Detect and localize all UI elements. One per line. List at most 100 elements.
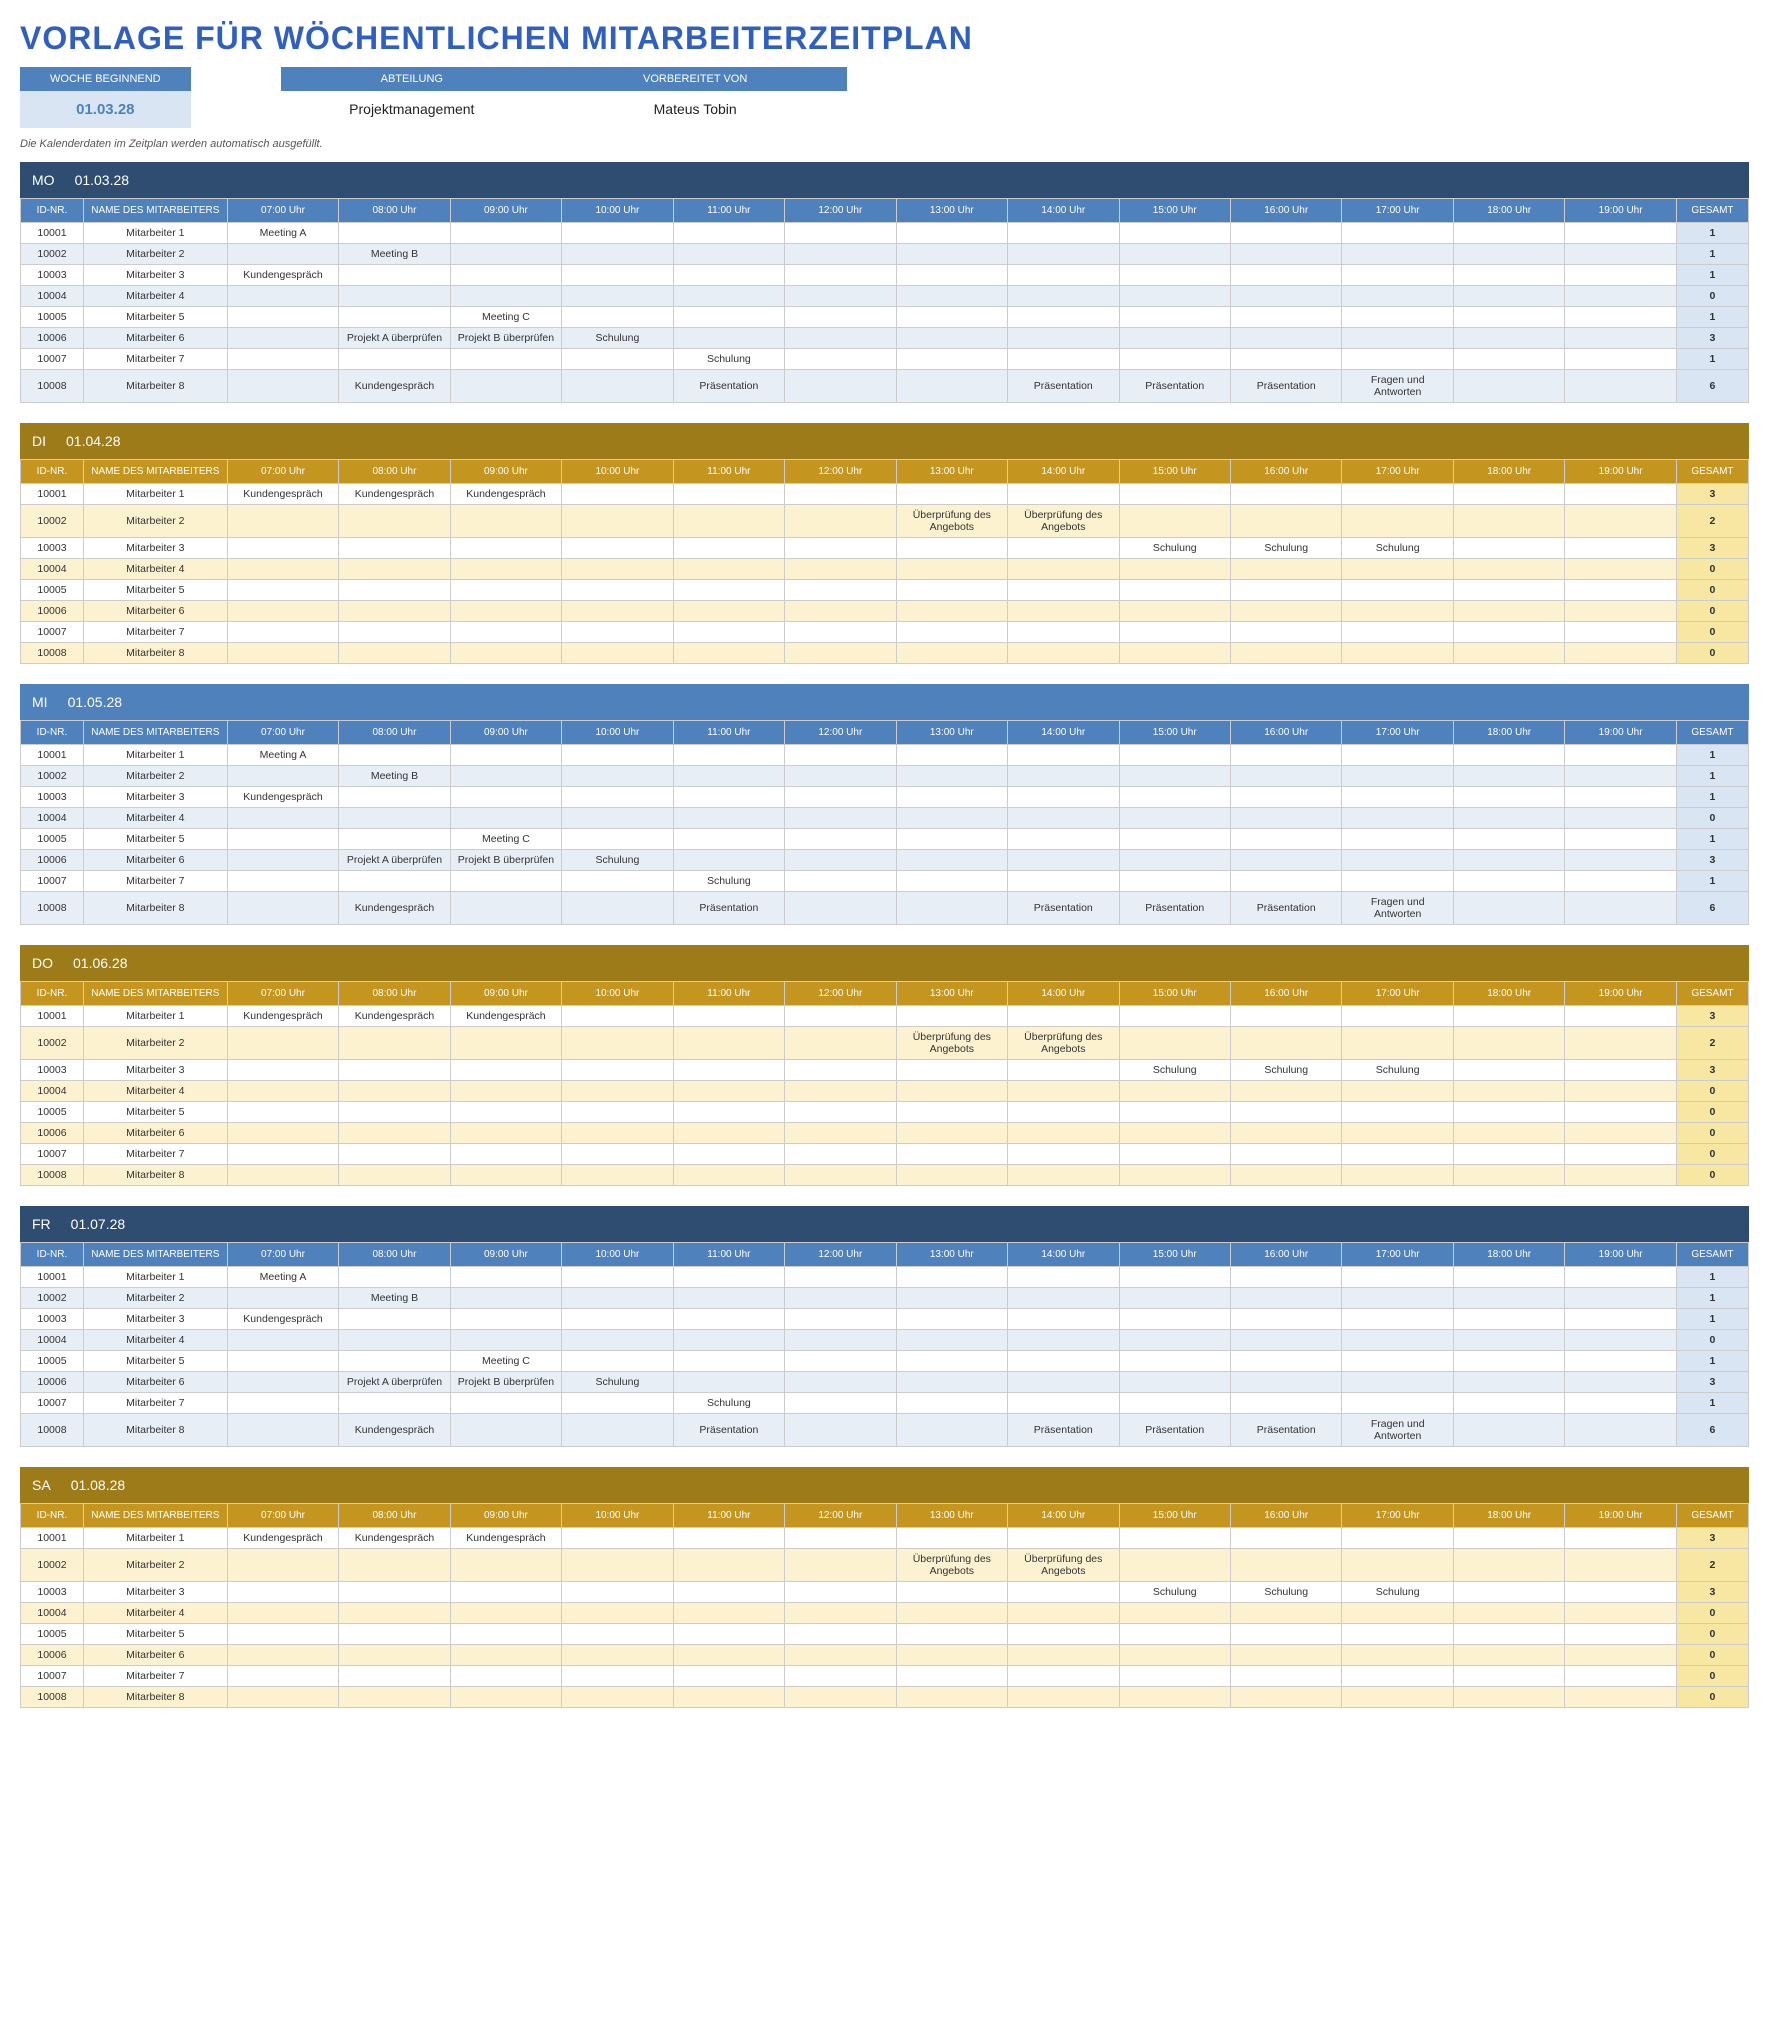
cell-hour-7: Überprüfung des Angebots <box>1008 505 1119 538</box>
cell-hour-11 <box>1453 1645 1564 1666</box>
cell-id: 10004 <box>21 808 84 829</box>
cell-total: 1 <box>1676 349 1748 370</box>
cell-hour-5 <box>785 1687 896 1708</box>
cell-hour-11 <box>1453 1144 1564 1165</box>
col-hour-0: 07:00 Uhr <box>227 199 338 223</box>
cell-total: 1 <box>1676 307 1748 328</box>
cell-hour-5 <box>785 1414 896 1447</box>
table-row: 10002Mitarbeiter 2Überprüfung des Angebo… <box>21 1027 1749 1060</box>
cell-hour-0: Kundengespräch <box>227 1006 338 1027</box>
cell-name: Mitarbeiter 8 <box>83 892 227 925</box>
cell-hour-10: Fragen und Antworten <box>1342 1414 1453 1447</box>
cell-hour-10 <box>1342 1645 1453 1666</box>
cell-id: 10007 <box>21 1393 84 1414</box>
cell-hour-10 <box>1342 559 1453 580</box>
cell-hour-11 <box>1453 871 1564 892</box>
cell-hour-7 <box>1008 745 1119 766</box>
cell-hour-7 <box>1008 1603 1119 1624</box>
cell-hour-5 <box>785 601 896 622</box>
cell-total: 6 <box>1676 892 1748 925</box>
cell-hour-9 <box>1230 1528 1341 1549</box>
cell-hour-0: Meeting A <box>227 745 338 766</box>
cell-hour-8: Präsentation <box>1119 370 1230 403</box>
cell-hour-12 <box>1565 1414 1676 1447</box>
cell-hour-2 <box>450 1330 561 1351</box>
cell-hour-12 <box>1565 1666 1676 1687</box>
cell-hour-4 <box>673 1309 784 1330</box>
cell-hour-4 <box>673 1027 784 1060</box>
cell-hour-7: Präsentation <box>1008 892 1119 925</box>
cell-hour-2 <box>450 265 561 286</box>
table-row: 10001Mitarbeiter 1KundengesprächKundenge… <box>21 1528 1749 1549</box>
cell-hour-1 <box>339 601 450 622</box>
cell-hour-9 <box>1230 1603 1341 1624</box>
cell-hour-11 <box>1453 349 1564 370</box>
cell-hour-3 <box>562 601 673 622</box>
cell-hour-10 <box>1342 1102 1453 1123</box>
col-hour-2: 09:00 Uhr <box>450 199 561 223</box>
cell-hour-1 <box>339 622 450 643</box>
cell-name: Mitarbeiter 5 <box>83 1624 227 1645</box>
col-total: GESAMT <box>1676 460 1748 484</box>
col-hour-7: 14:00 Uhr <box>1008 982 1119 1006</box>
cell-hour-1 <box>339 787 450 808</box>
col-hour-11: 18:00 Uhr <box>1453 982 1564 1006</box>
cell-hour-2 <box>450 370 561 403</box>
cell-hour-8: Schulung <box>1119 1582 1230 1603</box>
cell-hour-9 <box>1230 829 1341 850</box>
cell-hour-5 <box>785 1027 896 1060</box>
col-hour-2: 09:00 Uhr <box>450 721 561 745</box>
cell-hour-9 <box>1230 328 1341 349</box>
cell-hour-1 <box>339 538 450 559</box>
cell-hour-6 <box>896 265 1007 286</box>
department-label: ABTEILUNG <box>281 67 543 91</box>
cell-hour-2 <box>450 643 561 664</box>
cell-hour-1 <box>339 1666 450 1687</box>
day-title: DI01.04.28 <box>20 423 1749 459</box>
cell-hour-6 <box>896 1123 1007 1144</box>
cell-hour-6 <box>896 745 1007 766</box>
cell-total: 2 <box>1676 1549 1748 1582</box>
cell-hour-5 <box>785 1582 896 1603</box>
cell-total: 0 <box>1676 1687 1748 1708</box>
cell-name: Mitarbeiter 7 <box>83 871 227 892</box>
col-id: ID-NR. <box>21 1504 84 1528</box>
cell-hour-10 <box>1342 1288 1453 1309</box>
cell-hour-2 <box>450 1645 561 1666</box>
cell-hour-12 <box>1565 1603 1676 1624</box>
cell-id: 10008 <box>21 643 84 664</box>
cell-hour-7 <box>1008 829 1119 850</box>
cell-hour-6 <box>896 1144 1007 1165</box>
cell-id: 10007 <box>21 871 84 892</box>
cell-hour-9 <box>1230 1372 1341 1393</box>
cell-id: 10006 <box>21 1645 84 1666</box>
cell-hour-8 <box>1119 1165 1230 1186</box>
col-hour-5: 12:00 Uhr <box>785 1504 896 1528</box>
cell-hour-10 <box>1342 871 1453 892</box>
cell-hour-7: Überprüfung des Angebots <box>1008 1027 1119 1060</box>
col-hour-4: 11:00 Uhr <box>673 199 784 223</box>
cell-hour-3 <box>562 484 673 505</box>
cell-hour-4 <box>673 244 784 265</box>
cell-hour-2 <box>450 1549 561 1582</box>
table-row: 10003Mitarbeiter 3Kundengespräch1 <box>21 1309 1749 1330</box>
cell-hour-10 <box>1342 1330 1453 1351</box>
col-id: ID-NR. <box>21 1243 84 1267</box>
cell-name: Mitarbeiter 4 <box>83 559 227 580</box>
cell-hour-11 <box>1453 892 1564 925</box>
cell-hour-4 <box>673 484 784 505</box>
cell-hour-10 <box>1342 850 1453 871</box>
cell-hour-5 <box>785 559 896 580</box>
col-hour-1: 08:00 Uhr <box>339 460 450 484</box>
cell-hour-1 <box>339 1582 450 1603</box>
cell-hour-2 <box>450 1687 561 1708</box>
cell-hour-5 <box>785 1165 896 1186</box>
cell-name: Mitarbeiter 2 <box>83 766 227 787</box>
col-hour-10: 17:00 Uhr <box>1342 721 1453 745</box>
cell-hour-6 <box>896 559 1007 580</box>
cell-hour-2 <box>450 1102 561 1123</box>
cell-hour-6 <box>896 1603 1007 1624</box>
cell-hour-8 <box>1119 286 1230 307</box>
day-code: DO <box>32 955 53 971</box>
cell-hour-1 <box>339 745 450 766</box>
